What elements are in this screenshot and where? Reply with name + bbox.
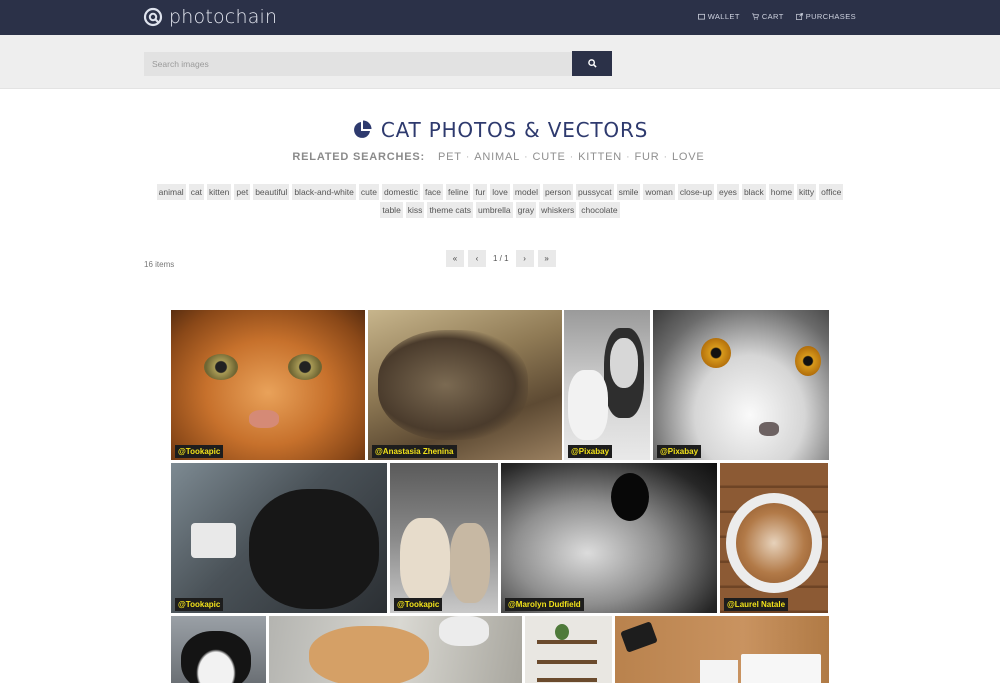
photo-credit[interactable]: @Laurel Natale: [724, 598, 789, 611]
top-navbar: photochain WALLET CART PURCHASES: [0, 0, 1000, 35]
related-term-fur[interactable]: FUR: [635, 151, 660, 163]
photo-tile-cat-latte-art[interactable]: @Laurel Natale: [720, 463, 828, 613]
page-title: CAT PHOTOS & VECTORS: [380, 118, 649, 142]
tag-beautiful[interactable]: beautiful: [253, 184, 290, 200]
related-separator: ·: [465, 151, 471, 163]
photo-credit[interactable]: @Tookapic: [175, 445, 224, 458]
results-count: 16 items: [144, 260, 175, 269]
photo-tile-ginger-cat-rolling[interactable]: [269, 616, 522, 683]
tag-home[interactable]: home: [768, 184, 795, 200]
related-term-animal[interactable]: ANIMAL: [474, 151, 520, 163]
photo-tile-black-cat-desk[interactable]: @Tookapic: [171, 463, 387, 613]
related-term-cute[interactable]: CUTE: [533, 151, 566, 163]
related-separator: ·: [524, 151, 529, 163]
tag-woman[interactable]: woman: [643, 184, 675, 200]
tag-eyes[interactable]: eyes: [716, 184, 739, 200]
photo-credit[interactable]: @Tookapic: [175, 598, 224, 611]
nav-cart-link[interactable]: CART: [751, 12, 784, 21]
brand-name: photochain: [169, 6, 278, 28]
nav-cart-label: CART: [761, 12, 784, 21]
external-link-icon: [795, 13, 803, 20]
nav-wallet-link[interactable]: WALLET: [697, 12, 740, 21]
tag-kitty[interactable]: kitty: [797, 184, 817, 200]
photo-tile-woman-with-cat[interactable]: @Pixabay: [564, 310, 650, 460]
related-term-pet[interactable]: PET: [438, 151, 462, 163]
page-heading: CAT PHOTOS & VECTORS: [0, 118, 1000, 142]
related-separator: ·: [626, 151, 631, 163]
tag-umbrella[interactable]: umbrella: [476, 202, 513, 218]
related-separator: ·: [569, 151, 575, 163]
cart-icon: [751, 13, 759, 20]
tag-cute[interactable]: cute: [358, 184, 379, 200]
photochain-logo-icon: [143, 7, 163, 27]
nav-purchases-label: PURCHASES: [805, 12, 856, 21]
tag-cat[interactable]: cat: [188, 184, 205, 200]
search-bar-section: [0, 35, 1000, 89]
photo-tile-shelves-plant[interactable]: [525, 616, 612, 683]
related-term-love[interactable]: LOVE: [672, 151, 705, 163]
pagination: « ‹ 1 / 1 › »: [446, 250, 556, 267]
search-button[interactable]: [572, 51, 612, 76]
tag-office[interactable]: office: [819, 184, 844, 200]
related-term-kitten[interactable]: KITTEN: [578, 151, 622, 163]
related-searches: RELATED SEARCHES: PET · ANIMAL · CUTE · …: [0, 151, 1000, 163]
photo-credit[interactable]: @Marolyn Dudfield: [505, 598, 584, 611]
search-icon: [587, 59, 597, 68]
tag-table[interactable]: table: [380, 202, 403, 218]
photo-tile-orange-cat-face[interactable]: @Tookapic: [171, 310, 365, 460]
nav-purchases-link[interactable]: PURCHASES: [795, 12, 856, 21]
page-indicator: 1 / 1: [493, 254, 509, 263]
tag-love[interactable]: love: [490, 184, 510, 200]
photo-credit[interactable]: @Pixabay: [568, 445, 613, 458]
tag-whiskers[interactable]: whiskers: [539, 202, 577, 218]
tag-theme-cats[interactable]: theme cats: [427, 202, 474, 218]
tag-gray[interactable]: gray: [515, 202, 537, 218]
wallet-icon: [697, 13, 705, 20]
related-separator: ·: [663, 151, 668, 163]
tag-animal[interactable]: animal: [156, 184, 186, 200]
last-page-button[interactable]: »: [537, 250, 556, 267]
tag-model[interactable]: model: [512, 184, 541, 200]
photo-credit[interactable]: @Tookapic: [394, 598, 443, 611]
tag-chocolate[interactable]: chocolate: [579, 202, 620, 218]
photo-tile-tabby-cat-lying[interactable]: @Anastasia Zhenina: [368, 310, 562, 460]
search-input[interactable]: [144, 52, 572, 76]
photo-credit[interactable]: @Anastasia Zhenina: [372, 445, 457, 458]
tag-kiss[interactable]: kiss: [405, 202, 425, 218]
tag-pussycat[interactable]: pussycat: [576, 184, 614, 200]
photo-tile-bw-cat-closeup[interactable]: @Marolyn Dudfield: [501, 463, 717, 613]
photo-tile-black-white-kitten[interactable]: [171, 616, 266, 683]
tag-black[interactable]: black: [741, 184, 766, 200]
tag-domestic[interactable]: domestic: [381, 184, 420, 200]
top-nav-links: WALLET CART PURCHASES: [697, 12, 856, 21]
tag-feline[interactable]: feline: [446, 184, 471, 200]
tag-black-and-white[interactable]: black-and-white: [292, 184, 356, 200]
tag-smile[interactable]: smile: [616, 184, 641, 200]
photo-credit[interactable]: @Pixabay: [657, 445, 702, 458]
nav-wallet-label: WALLET: [707, 12, 740, 21]
photo-tile-siamese-cats-kiss[interactable]: @Tookapic: [390, 463, 498, 613]
tag-kitten[interactable]: kitten: [207, 184, 232, 200]
tag-pet[interactable]: pet: [234, 184, 251, 200]
photo-tile-desk-keyboard[interactable]: [615, 616, 829, 683]
tag-list: animal cat kitten pet beautiful black-an…: [150, 184, 850, 218]
pie-chart-icon: [353, 120, 372, 138]
tag-close-up[interactable]: close-up: [677, 184, 714, 200]
first-page-button[interactable]: «: [446, 250, 464, 267]
photo-tile-cat-yellow-eyes[interactable]: @Pixabay: [653, 310, 829, 460]
next-page-button[interactable]: ›: [515, 250, 534, 267]
tag-face[interactable]: face: [422, 184, 444, 200]
tag-fur[interactable]: fur: [473, 184, 488, 200]
tag-person[interactable]: person: [543, 184, 574, 200]
prev-page-button[interactable]: ‹: [468, 250, 486, 267]
brand-logo[interactable]: photochain: [143, 6, 277, 28]
related-searches-label: RELATED SEARCHES:: [292, 151, 425, 163]
